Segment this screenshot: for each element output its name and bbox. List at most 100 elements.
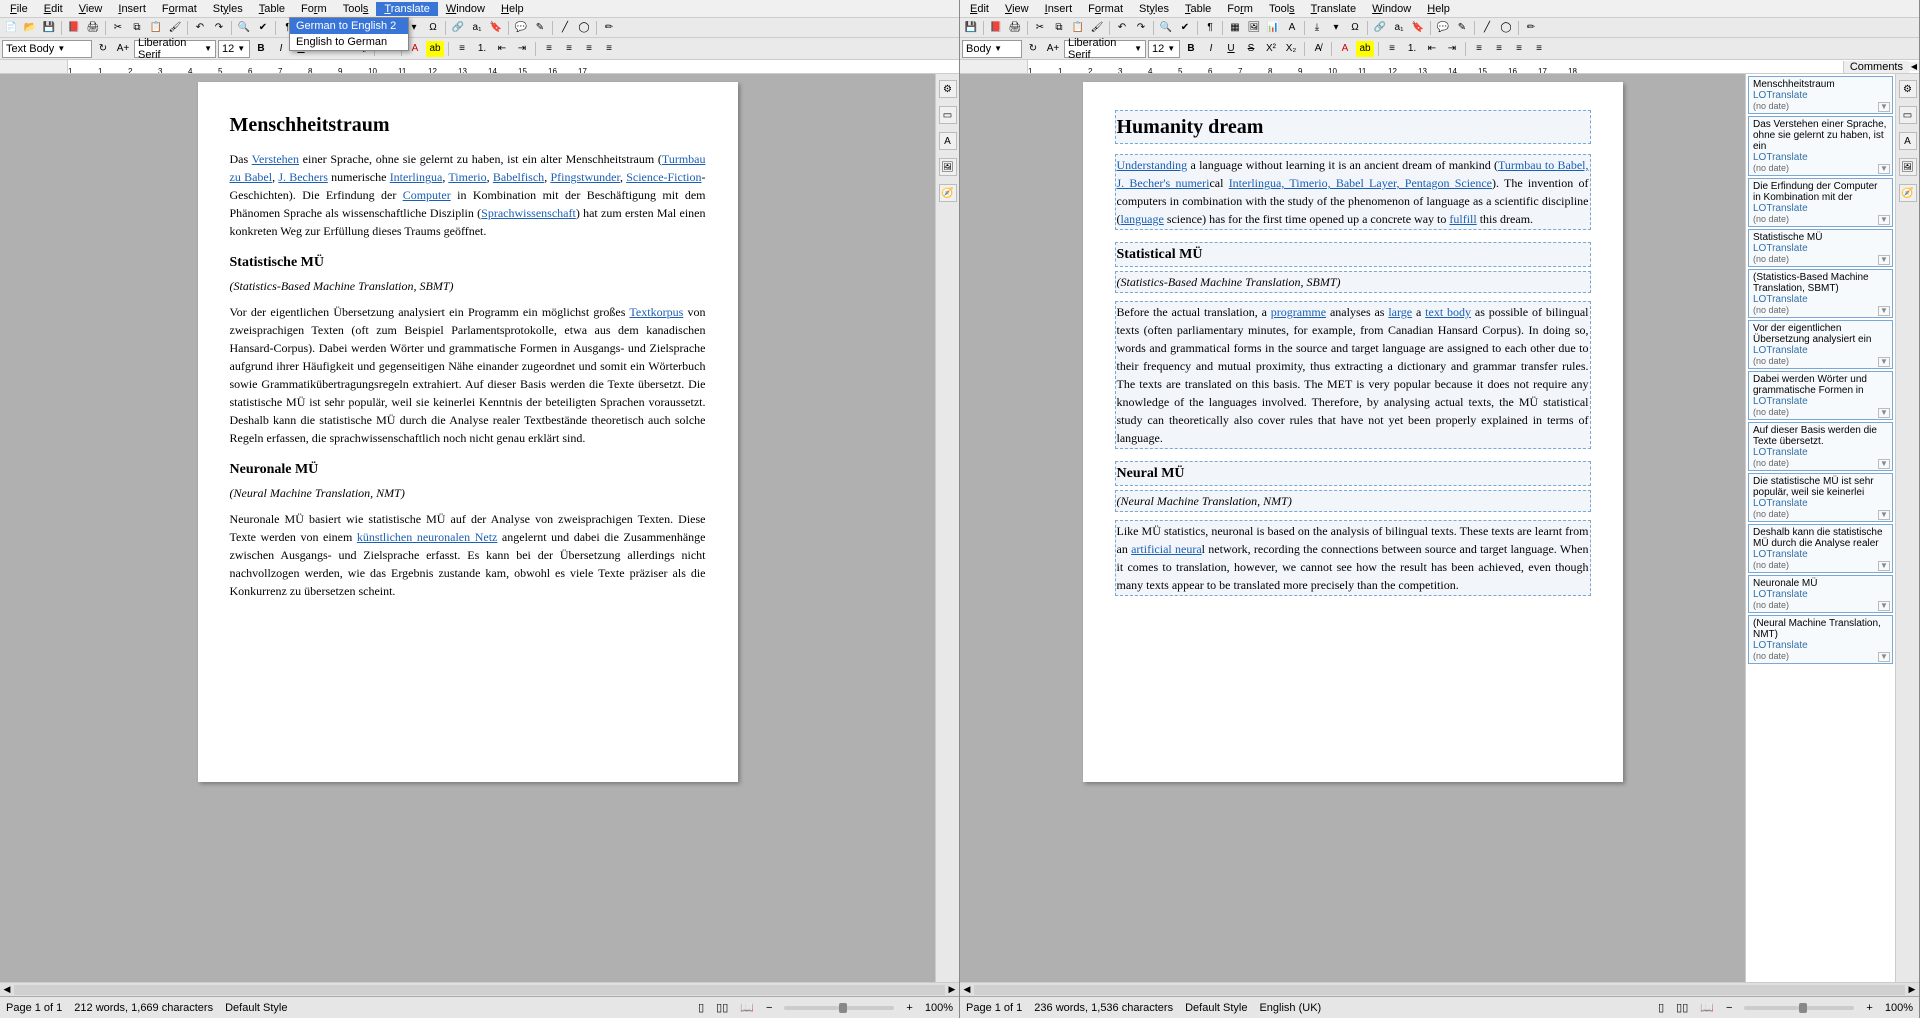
comment-menu-icon[interactable]: ▼ — [1878, 408, 1890, 418]
bold-icon[interactable]: B — [1182, 41, 1200, 57]
bookmark-icon[interactable]: 🔖 — [1409, 20, 1427, 36]
page-indicator[interactable]: Page 1 of 1 — [966, 1002, 1022, 1014]
hyperlink-icon[interactable]: 🔗 — [1371, 20, 1389, 36]
link[interactable]: artificial neura — [1131, 542, 1202, 556]
menu-translate[interactable]: Translate — [376, 2, 437, 16]
bold-icon[interactable]: B — [252, 41, 270, 57]
comment-card[interactable]: Das Verstehen einer Sprache, ohne sie ge… — [1748, 116, 1893, 176]
show-draw-icon[interactable]: ✏ — [1522, 20, 1540, 36]
styles-panel-icon[interactable]: A — [1899, 132, 1917, 150]
find-icon[interactable]: 🔍 — [235, 20, 253, 36]
save-icon[interactable]: 💾 — [962, 20, 980, 36]
page-panel-icon[interactable]: ▭ — [939, 106, 957, 124]
align-justify-icon[interactable]: ≡ — [600, 41, 618, 57]
copy-icon[interactable]: ⧉ — [128, 20, 146, 36]
font-size-combo[interactable]: 12▼ — [1148, 40, 1180, 58]
scroll-left-icon[interactable]: ◀ — [0, 984, 14, 995]
document-page[interactable]: Menschheitstraum Das Verstehen einer Spr… — [198, 82, 738, 782]
link[interactable]: large — [1388, 305, 1412, 319]
link[interactable]: Timerio — [448, 170, 486, 184]
bookmark-icon[interactable]: 🔖 — [487, 20, 505, 36]
table-icon[interactable]: ▦ — [1226, 20, 1244, 36]
comment-card[interactable]: Dabei werden Wörter und grammatische For… — [1748, 371, 1893, 420]
comment-menu-icon[interactable]: ▼ — [1878, 164, 1890, 174]
font-color-icon[interactable]: A — [1336, 41, 1354, 57]
comment-icon[interactable]: 💬 — [512, 20, 530, 36]
clear-format-icon[interactable]: A̸ — [1309, 41, 1327, 57]
menu-view[interactable]: View — [71, 2, 111, 16]
find-icon[interactable]: 🔍 — [1157, 20, 1175, 36]
update-style-icon[interactable]: ↻ — [1024, 41, 1042, 57]
comment-menu-icon[interactable]: ▼ — [1878, 306, 1890, 316]
spellcheck-icon[interactable]: ✔ — [1176, 20, 1194, 36]
menu-help[interactable]: Help — [493, 2, 532, 16]
comment-card[interactable]: Die statistische MÜ ist sehr populär, we… — [1748, 473, 1893, 522]
track-changes-icon[interactable]: ✎ — [1453, 20, 1471, 36]
link[interactable]: Sprachwissenschaft — [481, 206, 576, 220]
scroll-left-icon[interactable]: ◀ — [960, 984, 974, 995]
update-style-icon[interactable]: ↻ — [94, 41, 112, 57]
clone-format-icon[interactable]: 🖌 — [1088, 20, 1106, 36]
font-name-combo[interactable]: Liberation Serif▼ — [134, 40, 216, 58]
link[interactable]: Interlingua — [390, 170, 443, 184]
word-count[interactable]: 236 words, 1,536 characters — [1034, 1002, 1173, 1014]
new-style-icon[interactable]: A+ — [114, 41, 132, 57]
menu-format[interactable]: Format — [154, 2, 205, 16]
link[interactable]: language — [1121, 212, 1164, 226]
page-style[interactable]: Default Style — [225, 1002, 287, 1014]
menu-edit[interactable]: Edit — [36, 2, 71, 16]
indent-icon[interactable]: ⇥ — [513, 41, 531, 57]
gallery-panel-icon[interactable]: 🖼 — [1899, 158, 1917, 176]
undo-icon[interactable]: ↶ — [1113, 20, 1131, 36]
nonprinting-icon[interactable]: ¶ — [1201, 20, 1219, 36]
chart-icon[interactable]: 📊 — [1264, 20, 1282, 36]
zoom-slider[interactable] — [784, 1006, 894, 1010]
navigator-panel-icon[interactable]: 🧭 — [1899, 184, 1917, 202]
special-char-icon[interactable]: Ω — [1346, 20, 1364, 36]
link[interactable]: Verstehen — [252, 152, 299, 166]
view-multi-icon[interactable]: ▯▯ — [1676, 1001, 1688, 1014]
number-list-icon[interactable]: 1. — [473, 41, 491, 57]
link[interactable]: J. Bechers — [278, 170, 328, 184]
horizontal-scrollbar[interactable]: ◀ ▶ — [960, 982, 1919, 996]
menu-file[interactable]: File — [2, 2, 36, 16]
zoom-percent[interactable]: 100% — [1885, 1002, 1913, 1014]
open-icon[interactable]: 📂 — [21, 20, 39, 36]
comment-menu-icon[interactable]: ▼ — [1878, 255, 1890, 265]
paste-icon[interactable]: 📋 — [147, 20, 165, 36]
zoom-in-icon[interactable]: + — [906, 1002, 912, 1014]
link[interactable]: Understanding — [1117, 158, 1188, 172]
menu-tools[interactable]: Tools — [335, 2, 377, 16]
subscript-icon[interactable]: X₂ — [1282, 41, 1300, 57]
italic-icon[interactable]: I — [272, 41, 290, 57]
new-doc-icon[interactable]: 📄 — [2, 20, 20, 36]
line-icon[interactable]: ╱ — [1478, 20, 1496, 36]
page-scroll[interactable]: Humanity dream Understanding a language … — [960, 74, 1745, 982]
zoom-out-icon[interactable]: − — [1726, 1002, 1732, 1014]
view-single-icon[interactable]: ▯ — [698, 1001, 704, 1014]
paragraph-style-combo[interactable]: Body▼ — [962, 40, 1022, 58]
outdent-icon[interactable]: ⇤ — [493, 41, 511, 57]
track-changes-icon[interactable]: ✎ — [531, 20, 549, 36]
number-list-icon[interactable]: 1. — [1403, 41, 1421, 57]
cut-icon[interactable]: ✂ — [1031, 20, 1049, 36]
pagebreak-icon[interactable]: ⤓ — [1308, 20, 1326, 36]
comment-card[interactable]: MenschheitstraumLOTranslate(no date)▼ — [1748, 76, 1893, 114]
special-char-icon[interactable]: Ω — [424, 20, 442, 36]
comments-collapse-icon[interactable]: ◀ — [1909, 62, 1919, 71]
paragraph-style-combo[interactable]: Text Body▼ — [2, 40, 92, 58]
menu-styles[interactable]: Styles — [1131, 2, 1177, 16]
comment-card[interactable]: (Statistics-Based Machine Translation, S… — [1748, 269, 1893, 318]
save-icon[interactable]: 💾 — [40, 20, 58, 36]
link[interactable]: Computer — [403, 188, 451, 202]
menu-view[interactable]: View — [997, 2, 1037, 16]
comment-menu-icon[interactable]: ▼ — [1878, 102, 1890, 112]
horizontal-scrollbar[interactable]: ◀ ▶ — [0, 982, 959, 996]
link[interactable]: programme — [1271, 305, 1326, 319]
export-pdf-icon[interactable]: 📕 — [987, 20, 1005, 36]
menu-window[interactable]: Window — [1364, 2, 1419, 16]
page-style[interactable]: Default Style — [1185, 1002, 1247, 1014]
underline-icon[interactable]: U — [1222, 41, 1240, 57]
link[interactable]: künstlichen neuronalen Netz — [357, 530, 497, 544]
align-right-icon[interactable]: ≡ — [580, 41, 598, 57]
